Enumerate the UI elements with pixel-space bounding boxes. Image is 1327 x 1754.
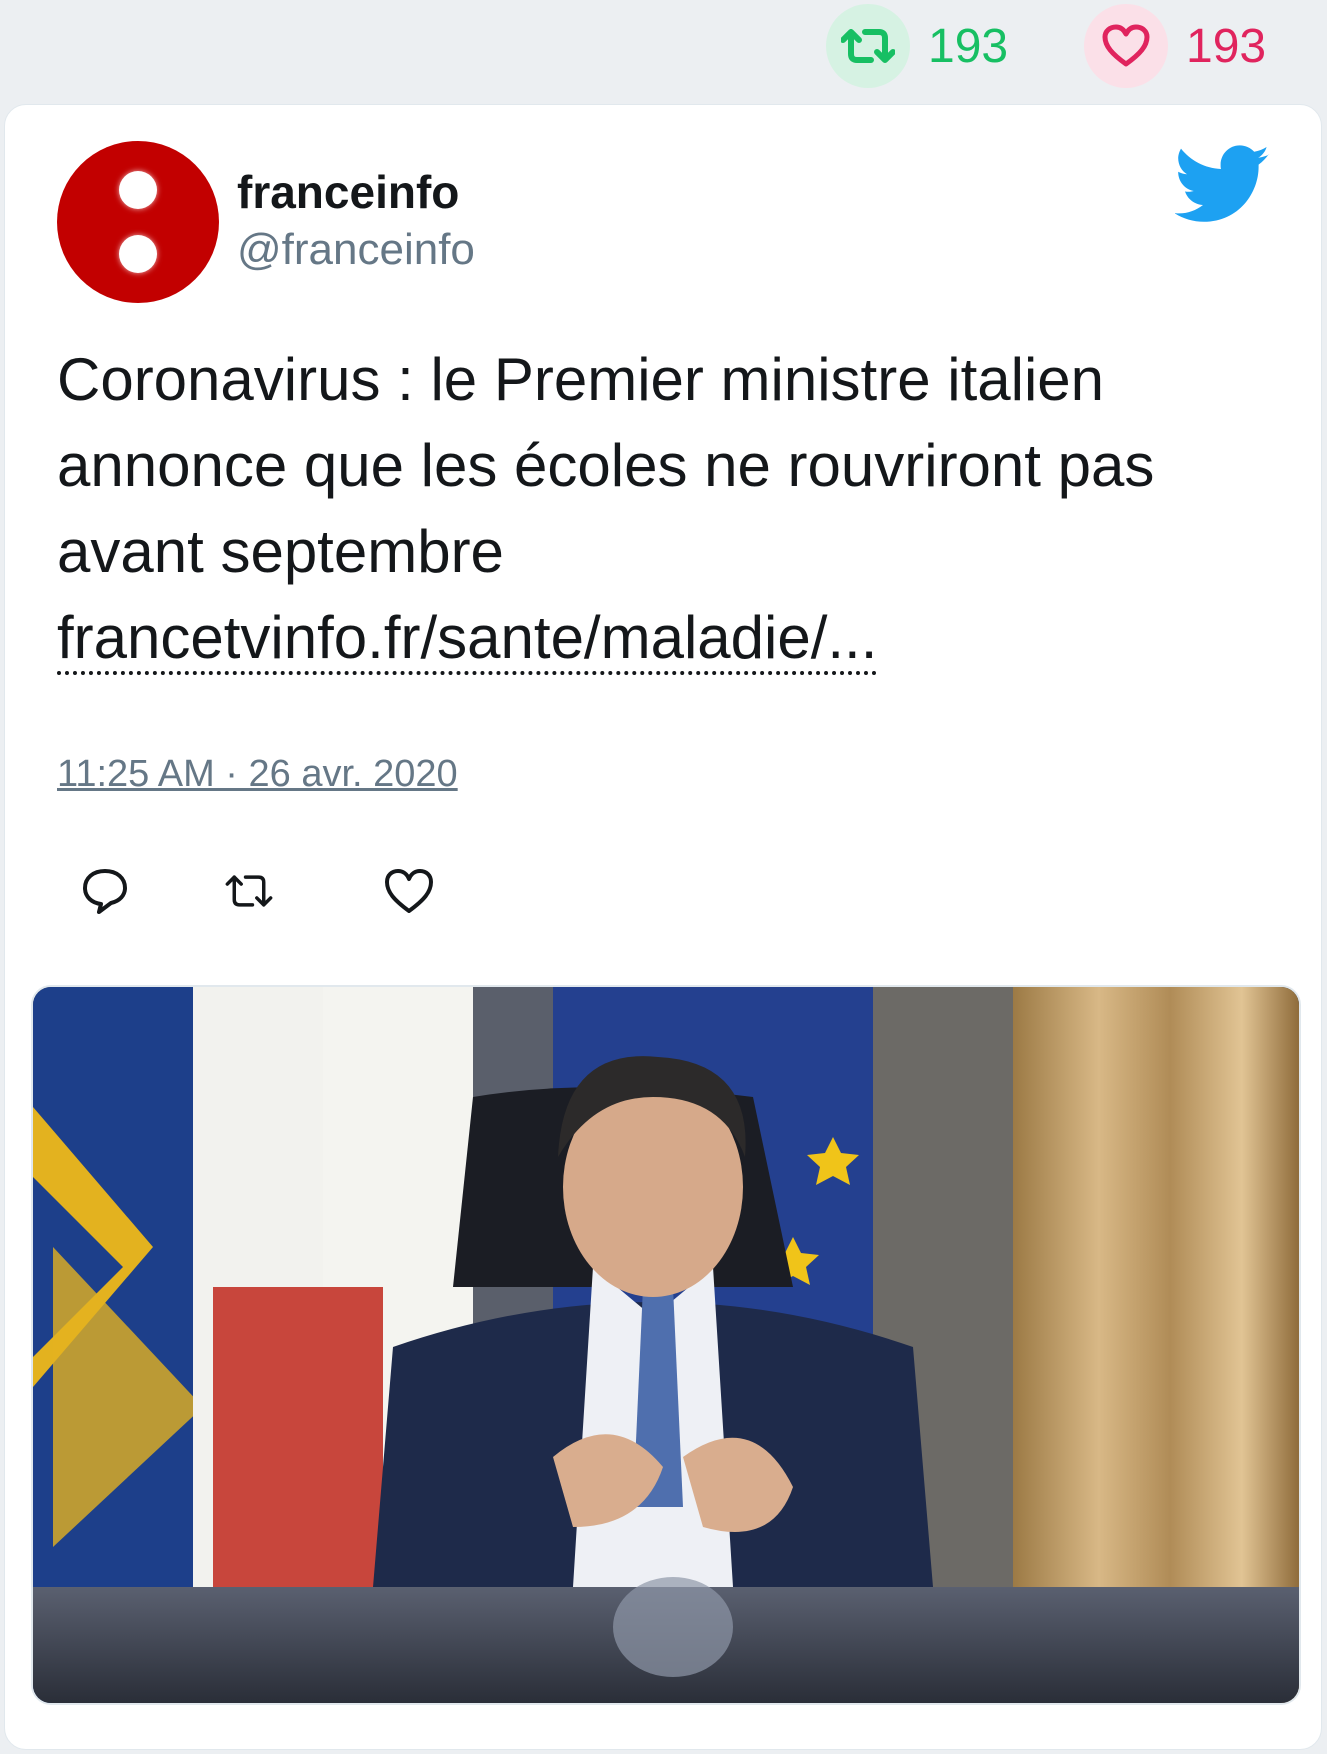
display-name[interactable]: franceinfo bbox=[237, 165, 459, 219]
heart-icon[interactable] bbox=[383, 865, 435, 917]
like-count: 193 bbox=[1186, 19, 1267, 73]
photo-illustration bbox=[33, 987, 1299, 1703]
avatar-dot bbox=[119, 235, 157, 273]
retweet-count: 193 bbox=[928, 19, 1009, 73]
tweet-text: Coronavirus : le Premier ministre italie… bbox=[57, 337, 1277, 681]
retweet-stat-icon bbox=[826, 4, 910, 88]
retweet-stat[interactable]: 193 bbox=[826, 4, 1008, 88]
tweet-photo[interactable] bbox=[31, 985, 1301, 1705]
twitter-bird-icon[interactable] bbox=[1175, 145, 1271, 225]
tweet-link[interactable]: francetvinfo.fr/sante/maladie/... bbox=[57, 604, 878, 675]
tweet-body: Coronavirus : le Premier ministre italie… bbox=[57, 346, 1155, 585]
avatar-dot bbox=[119, 171, 157, 209]
like-stat[interactable]: 193 bbox=[1084, 4, 1266, 88]
like-stat-icon bbox=[1084, 4, 1168, 88]
tweet-timestamp[interactable]: 11:25 AM · 26 avr. 2020 bbox=[57, 753, 458, 796]
avatar[interactable] bbox=[57, 141, 219, 303]
user-handle[interactable]: @franceinfo bbox=[237, 225, 475, 275]
retweet-icon[interactable] bbox=[223, 865, 275, 917]
reply-icon[interactable] bbox=[79, 865, 131, 917]
tweet-card: franceinfo @franceinfo Coronavirus : le … bbox=[4, 104, 1322, 1750]
tweet-stats: 193 193 bbox=[0, 0, 1327, 100]
